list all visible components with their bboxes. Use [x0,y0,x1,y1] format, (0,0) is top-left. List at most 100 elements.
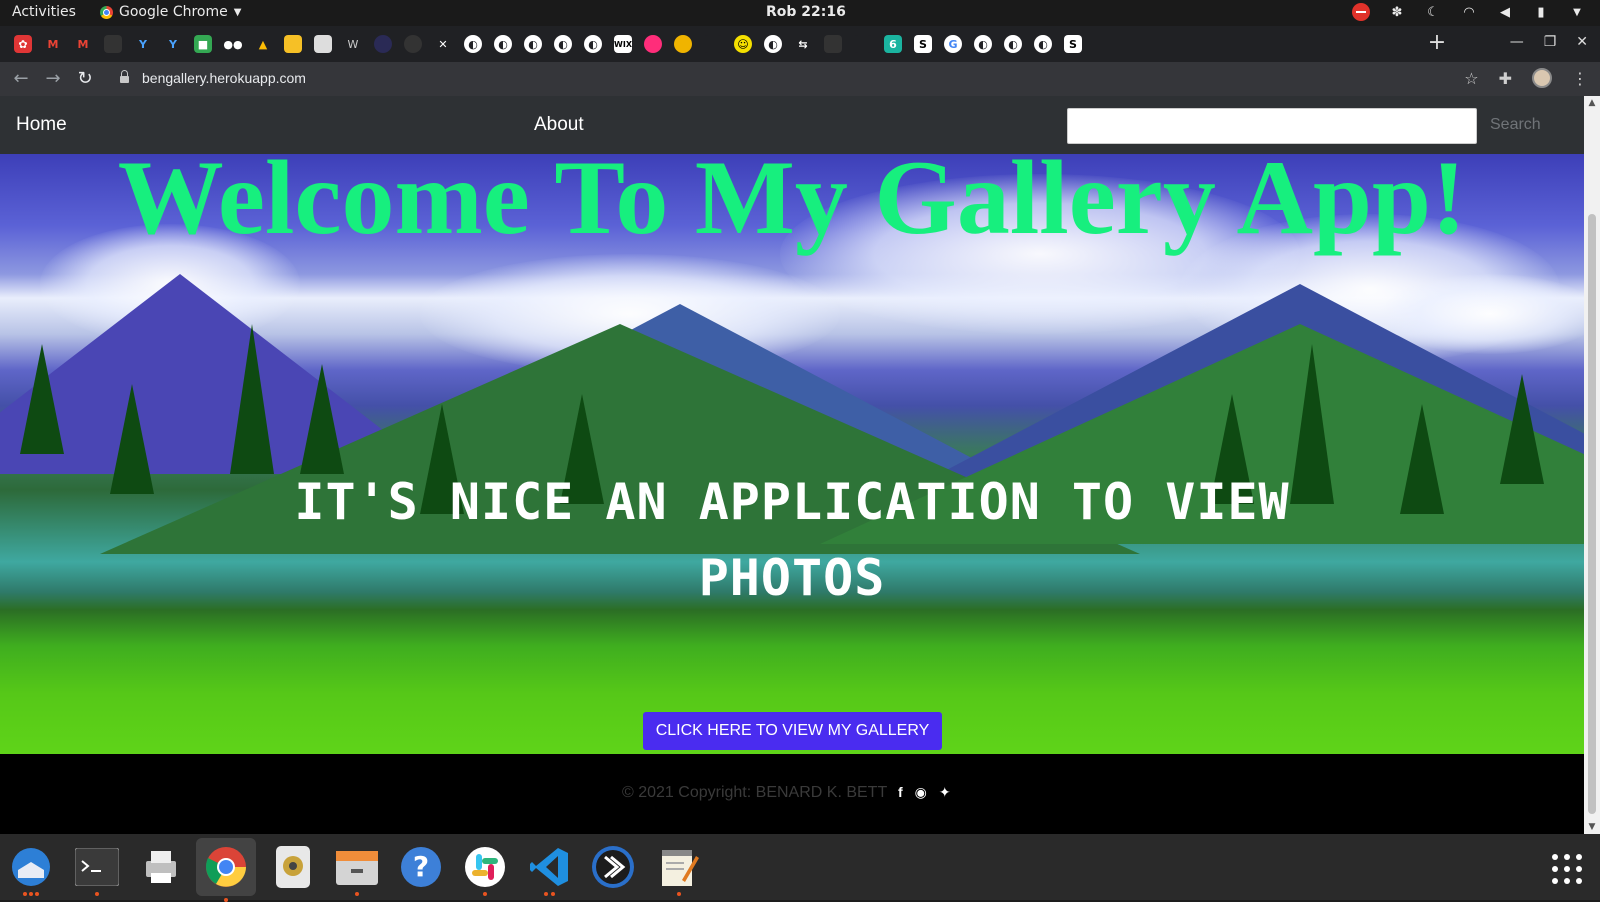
browser-toolbar: ← → ↻ bengallery.herokuapp.com ☆ ✚ ⋮ [0,62,1600,96]
page-scrollbar[interactable]: ▲ ▼ [1584,96,1600,834]
tab-strip: ✿ M M Y Y ■ ●● ▲ W ✕ ◐ ◐ ◐ ◐ ◐ WIX ☺ ◐ ⇆… [0,26,1600,62]
tab-favicon-y[interactable]: Y [164,35,182,53]
toolbar-actions: ☆ ✚ ⋮ [1464,68,1588,88]
medium-icon[interactable]: ●● [223,35,242,53]
tab-favicon-teal[interactable]: 6 [884,35,902,53]
google-icon[interactable]: G [944,35,962,53]
system-top-bar: Activities Google Chrome ▼ Rob 22:16 ✽ ☾… [0,0,1600,26]
system-tray: ✽ ☾ ◠ ◀ ▮ ▼ [1352,3,1586,21]
tab-favicon-yellow[interactable] [674,35,692,53]
files-icon[interactable] [334,844,380,896]
drive-icon[interactable]: ▲ [254,35,272,53]
github-icon[interactable] [104,35,122,53]
chevron-down-icon[interactable]: ▼ [1568,3,1586,21]
tab-favicon-dark[interactable] [374,35,392,53]
vscode-icon[interactable] [526,844,572,896]
wix-icon[interactable]: WIX [614,35,632,53]
nav-about-link[interactable]: About [534,114,584,136]
social-links: f ◉ ✦ [898,784,951,801]
terminal-icon[interactable] [74,844,120,896]
copyright-text: © 2021 Copyright: BENARD K. BETT [622,784,888,801]
xampp-icon[interactable] [590,844,636,890]
restore-icon[interactable]: ❐ [1544,34,1557,50]
hero-section: Welcome To My Gallery App! IT'S NICE AN … [0,154,1584,754]
tab-favicon-globe[interactable]: ◐ [524,35,542,53]
view-gallery-button[interactable]: CLICK HERE TO VIEW MY GALLERY [643,712,942,750]
lock-icon[interactable] [120,70,129,83]
new-tab-button[interactable]: + [1425,32,1449,56]
svg-text:?: ? [413,850,429,883]
wikipedia-icon[interactable]: W [344,35,362,53]
thunderbird-icon[interactable] [8,844,54,896]
facebook-icon[interactable]: f [898,784,903,801]
tab-favicon-s[interactable]: S [1064,35,1082,53]
tab-favicon-blank[interactable] [854,35,872,53]
tab-list: ✿ M M Y Y ■ ●● ▲ W ✕ ◐ ◐ ◐ ◐ ◐ WIX ☺ ◐ ⇆… [14,35,1082,53]
show-applications-icon[interactable] [1552,854,1582,884]
do-not-disturb-icon[interactable] [1352,3,1370,21]
search-input[interactable] [1067,108,1477,144]
bookmark-star-icon[interactable]: ☆ [1464,69,1478,88]
tab-favicon-translate[interactable]: ⇆ [794,35,812,53]
printer-icon[interactable] [138,844,184,890]
tab-favicon-grid[interactable] [824,35,842,53]
scrollbar-thumb[interactable] [1588,214,1596,814]
chrome-icon[interactable] [196,838,256,902]
close-window-icon[interactable]: ✕ [1576,34,1588,50]
scroll-down-icon[interactable]: ▼ [1587,822,1597,832]
tab-favicon-globe[interactable]: ◐ [494,35,512,53]
gmail-icon[interactable]: M [74,35,92,53]
tab-favicon-globe[interactable]: ◐ [974,35,992,53]
app-menu[interactable]: Google Chrome ▼ [100,4,241,20]
app-menu-label: Google Chrome [119,4,228,20]
minimize-icon[interactable]: — [1510,34,1524,50]
text-editor-icon[interactable] [656,844,702,896]
address-bar[interactable]: bengallery.herokuapp.com [142,70,306,86]
chrome-icon [100,5,113,19]
close-tab-icon[interactable]: ✕ [434,35,452,53]
tab-favicon-smile[interactable]: ☺ [734,35,752,53]
hero-subtitle: IT'S NICE AN APPLICATION TO VIEW PHOTOS [294,473,1290,607]
twitter-icon[interactable]: ✦ [939,784,951,801]
web-page: Home About Search Welcome To My Gallery … [0,96,1584,834]
tab-favicon-globe[interactable]: ◐ [464,35,482,53]
tab-favicon-globe[interactable]: ◐ [1034,35,1052,53]
slides-icon[interactable] [284,35,302,53]
clock[interactable]: Rob 22:16 [766,4,846,20]
tab-favicon-globe[interactable]: ◐ [554,35,572,53]
slack-icon[interactable] [462,844,508,896]
dock: ? [0,834,1600,902]
tab-favicon-globe[interactable]: ◐ [1004,35,1022,53]
gmail-icon[interactable]: M [44,35,62,53]
tab-favicon-blank[interactable] [704,35,722,53]
wifi-icon[interactable]: ◠ [1460,3,1478,21]
tab-favicon-doc[interactable] [314,35,332,53]
slack-tray-icon[interactable]: ✽ [1388,3,1406,21]
tab-favicon-pink[interactable] [644,35,662,53]
tab-favicon-s[interactable]: S [914,35,932,53]
forward-icon[interactable]: → [42,68,64,90]
night-light-icon[interactable]: ☾ [1424,3,1442,21]
tab-favicon-globe[interactable]: ◐ [764,35,782,53]
rhythmbox-icon[interactable] [270,844,316,890]
hero-title: Welcome To My Gallery App! [117,154,1467,256]
menu-kebab-icon[interactable]: ⋮ [1572,69,1588,88]
back-icon[interactable]: ← [10,68,32,90]
nav-home-link[interactable]: Home [16,114,67,136]
tab-favicon-y[interactable]: Y [134,35,152,53]
search-button[interactable]: Search [1490,116,1541,134]
extensions-icon[interactable]: ✚ [1499,69,1512,88]
meet-icon[interactable]: ■ [194,35,212,53]
help-icon[interactable]: ? [398,844,444,890]
reload-icon[interactable]: ↻ [74,68,96,90]
tab-favicon-globe[interactable]: ◐ [584,35,602,53]
battery-icon[interactable]: ▮ [1532,3,1550,21]
profile-avatar[interactable] [1532,68,1552,88]
scroll-up-icon[interactable]: ▲ [1587,98,1597,108]
volume-icon[interactable]: ◀ [1496,3,1514,21]
window-controls: — ❐ ✕ [1510,34,1588,50]
github-icon[interactable]: ◉ [915,784,927,801]
tab-favicon-1[interactable]: ✿ [14,35,32,53]
activities-button[interactable]: Activities [12,4,76,20]
github-icon[interactable] [404,35,422,53]
